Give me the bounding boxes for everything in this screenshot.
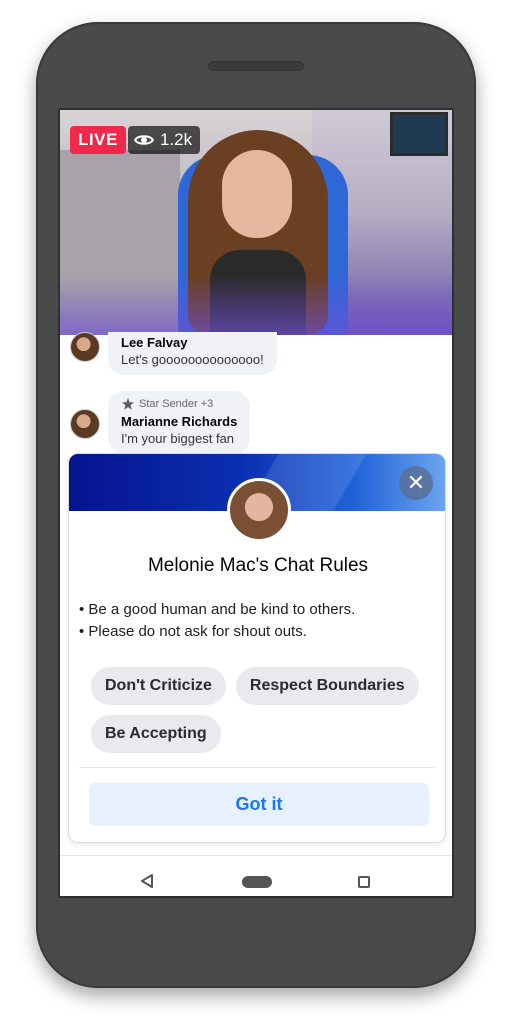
phone-frame: LIVE 1.2k Lee Falvay Let's goooooooooooo…: [36, 22, 476, 988]
phone-speaker: [208, 61, 304, 71]
screen: LIVE 1.2k Lee Falvay Let's goooooooooooo…: [58, 108, 454, 898]
rule-item: Be a good human and be kind to others.: [79, 599, 439, 621]
star-icon: [122, 398, 134, 410]
comment-bubble: Lee Falvay Let's goooooooooooooo!: [108, 332, 277, 375]
comment-author[interactable]: Marianne Richards: [121, 414, 237, 429]
close-icon: ✕: [406, 470, 426, 495]
comment-text: Let's goooooooooooooo!: [121, 352, 264, 367]
chip-be-accepting[interactable]: Be Accepting: [91, 715, 221, 753]
rule-chips: Don't Criticize Respect Boundaries Be Ac…: [91, 667, 431, 753]
viewer-count: 1.2k: [160, 130, 193, 149]
comment: Star Sender +3 Marianne Richards I'm you…: [70, 391, 251, 454]
divider: [79, 767, 435, 768]
avatar[interactable]: [70, 332, 100, 362]
wall-picture: [390, 112, 448, 156]
back-icon[interactable]: [140, 873, 154, 889]
comment-author[interactable]: Lee Falvay: [121, 335, 264, 350]
comment: Lee Falvay Let's goooooooooooooo!: [70, 332, 277, 375]
dialog-title: Melonie Mac's Chat Rules: [147, 555, 369, 576]
star-sender-label: Star Sender +3: [121, 397, 237, 411]
home-button[interactable]: [242, 876, 272, 888]
chat-rules-dialog: ✕ Melonie Mac's Chat Rules Be a good hum…: [68, 453, 446, 843]
got-it-button[interactable]: Got it: [89, 783, 429, 826]
recent-apps-icon[interactable]: [358, 876, 370, 888]
chip-dont-criticize[interactable]: Don't Criticize: [91, 667, 226, 705]
purple-glow: [60, 275, 452, 335]
comment-bubble: Star Sender +3 Marianne Richards I'm you…: [108, 391, 251, 454]
viewer-count-badge: 1.2k: [128, 126, 201, 154]
close-button[interactable]: ✕: [399, 466, 433, 500]
chip-respect-boundaries[interactable]: Respect Boundaries: [235, 667, 419, 705]
live-video[interactable]: LIVE 1.2k: [60, 110, 452, 335]
rules-list: Be a good human and be kind to others. P…: [79, 599, 439, 643]
star-sender-text: Star Sender +3: [139, 398, 214, 410]
streamer-face: [222, 150, 292, 238]
host-avatar: [227, 478, 291, 542]
live-badge: LIVE: [70, 126, 126, 154]
system-nav-bar: [60, 855, 452, 896]
comment-text: I'm your biggest fan: [121, 431, 235, 446]
avatar[interactable]: [70, 409, 100, 439]
eye-icon: [134, 135, 154, 145]
rule-item: Please do not ask for shout outs.: [79, 621, 439, 643]
